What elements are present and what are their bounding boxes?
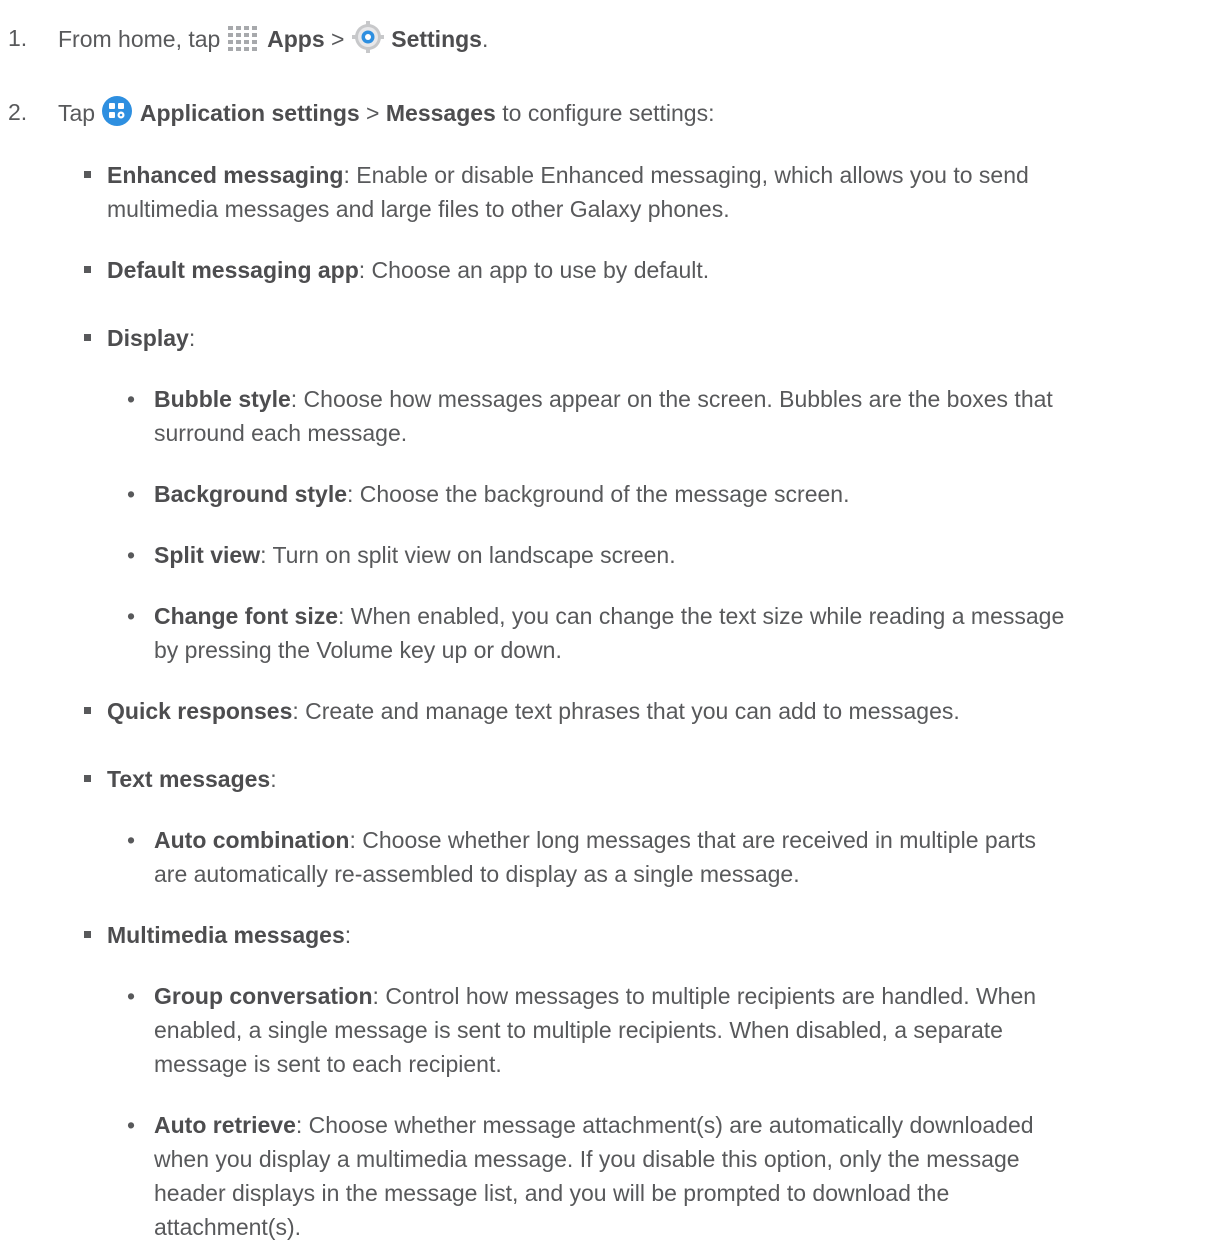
step-text: From home, tap	[58, 26, 227, 52]
square-bullet	[84, 707, 91, 714]
round-bullet: •	[127, 603, 136, 629]
square-bullet	[84, 334, 91, 341]
document-page: 1. From home, tap Apps > Settings. 2. Ta…	[0, 0, 1219, 1247]
square-bullet	[84, 775, 91, 782]
round-bullet: •	[127, 1112, 136, 1138]
square-bullet	[84, 171, 91, 178]
apps-grid-icon	[227, 25, 261, 62]
round-bullet: •	[127, 386, 136, 412]
square-bullet	[84, 931, 91, 938]
step-number: 2.	[8, 99, 28, 125]
apps-label: Apps	[267, 26, 325, 52]
settings-label: Settings	[391, 26, 482, 52]
square-bullet	[84, 266, 91, 273]
application-settings-label: Application settings	[139, 100, 360, 126]
round-bullet: •	[127, 827, 136, 853]
messages-label: Messages	[385, 100, 496, 126]
step-number: 1.	[8, 25, 28, 51]
round-bullet: •	[127, 481, 136, 507]
settings-gear-icon	[351, 21, 385, 62]
step-text: Tap	[58, 100, 102, 126]
application-settings-icon	[101, 95, 133, 136]
round-bullet: •	[127, 983, 136, 1009]
round-bullet: •	[127, 542, 136, 568]
